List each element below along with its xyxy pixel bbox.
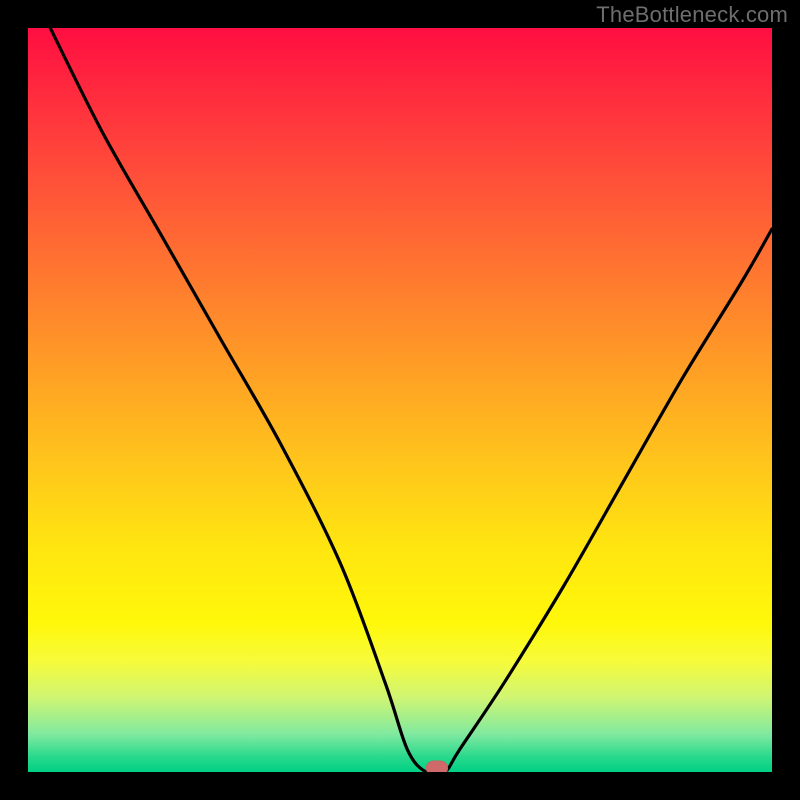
watermark-text: TheBottleneck.com xyxy=(596,2,788,28)
bottleneck-curve xyxy=(28,28,772,772)
plot-area xyxy=(28,28,772,772)
curve-path xyxy=(50,28,772,772)
optimal-point-marker xyxy=(426,761,448,773)
chart-frame: TheBottleneck.com xyxy=(0,0,800,800)
